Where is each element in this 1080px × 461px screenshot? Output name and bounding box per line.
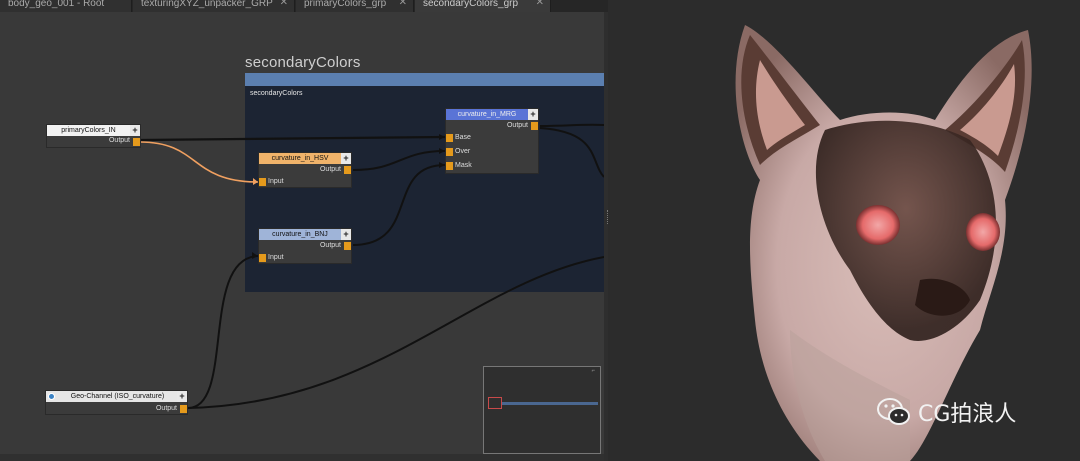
add-port-button[interactable]: + xyxy=(341,229,351,240)
output-port[interactable] xyxy=(133,138,140,146)
output-label: Output xyxy=(155,405,177,412)
add-port-button[interactable]: + xyxy=(177,391,187,402)
watermark-text: CG拍浪人 xyxy=(918,402,1017,427)
right-eye xyxy=(966,213,1000,251)
status-strip xyxy=(0,454,604,461)
tab-label: body_geo_001 - Root xyxy=(8,0,105,9)
input-label: Base xyxy=(455,134,471,141)
close-icon[interactable]: ✕ xyxy=(399,0,407,8)
tab-body-geo-root[interactable]: body_geo_001 - Root xyxy=(0,0,132,12)
node-title: curvature_in_BNJ xyxy=(259,229,341,240)
add-port-button[interactable]: + xyxy=(341,153,351,164)
watermark: CG拍浪人 xyxy=(876,392,1016,432)
output-label: Output xyxy=(108,137,130,144)
splitter-handle[interactable] xyxy=(607,210,608,224)
input-port[interactable] xyxy=(259,254,266,262)
node-title: curvature_in_HSV xyxy=(259,153,341,164)
input-label: Input xyxy=(268,254,284,261)
output-port[interactable] xyxy=(344,242,351,250)
add-port-button[interactable]: + xyxy=(528,109,538,120)
input-label: Mask xyxy=(455,162,472,169)
minimap-nodes-preview xyxy=(502,402,598,405)
output-label: Output xyxy=(506,122,528,129)
minimap-corner-icon: ⌐ xyxy=(591,368,595,374)
add-port-button[interactable]: + xyxy=(130,125,140,136)
node-primary-colors-in[interactable]: primaryColors_IN + Output xyxy=(46,124,141,148)
tab-primary-colors[interactable]: primaryColors_grp ✕ xyxy=(296,0,414,12)
node-editor-panel: body_geo_001 - Root texturingXYZ_unpacke… xyxy=(0,0,608,461)
panel-border xyxy=(604,12,608,461)
close-icon[interactable]: ✕ xyxy=(536,0,544,8)
tab-secondary-colors[interactable]: secondaryColors_grp ✕ xyxy=(415,0,551,12)
wire-geo-to-bnj xyxy=(187,255,259,409)
left-eye xyxy=(856,205,900,245)
output-port[interactable] xyxy=(180,405,187,413)
wire-primary-to-mrg xyxy=(139,135,446,142)
input-label: Input xyxy=(268,178,284,185)
node-curvature-in-bnj[interactable]: curvature_in_BNJ + Output Input xyxy=(258,228,352,264)
wechat-icon xyxy=(876,394,912,430)
minimap-viewport-rect[interactable] xyxy=(488,397,502,409)
output-label: Output xyxy=(319,166,341,173)
input-port-base[interactable] xyxy=(446,134,453,142)
wire-mrg-out-down xyxy=(539,127,604,178)
input-port-mask[interactable] xyxy=(446,162,453,170)
tab-bar: body_geo_001 - Root texturingXYZ_unpacke… xyxy=(0,0,608,12)
output-port[interactable] xyxy=(531,122,538,130)
node-geo-channel[interactable]: Geo-Channel (ISO_curvature) + Output xyxy=(45,390,188,415)
node-curvature-in-hsv[interactable]: curvature_in_HSV + Output Input xyxy=(258,152,352,188)
input-port-over[interactable] xyxy=(446,148,453,156)
input-label: Over xyxy=(455,148,471,155)
close-icon[interactable]: ✕ xyxy=(280,0,288,8)
node-curvature-in-mrg[interactable]: curvature_in_MRG + Output Base Over Mask xyxy=(445,108,539,174)
node-title: curvature_in_MRG xyxy=(446,109,528,120)
wire-bnj-to-mrg-mask xyxy=(352,164,446,246)
tab-texturing-unpacker[interactable]: texturingXYZ_unpacker_GRP ✕ xyxy=(133,0,295,12)
output-port[interactable] xyxy=(344,166,351,174)
wire-primary-to-hsv xyxy=(139,141,259,183)
output-label: Output xyxy=(319,242,341,249)
tab-label: primaryColors_grp xyxy=(304,0,387,9)
node-title: primaryColors_IN xyxy=(47,125,130,136)
tab-label: texturingXYZ_unpacker_GRP xyxy=(141,0,273,9)
wire-mrg-out xyxy=(539,123,604,127)
node-minimap[interactable]: ⌐ xyxy=(483,366,601,454)
input-port[interactable] xyxy=(259,178,266,186)
tab-label: secondaryColors_grp xyxy=(423,0,519,9)
geo-channel-icon xyxy=(48,393,55,400)
3d-viewport[interactable]: CG拍浪人 xyxy=(610,0,1080,461)
node-title: Geo-Channel (ISO_curvature) xyxy=(46,391,177,402)
